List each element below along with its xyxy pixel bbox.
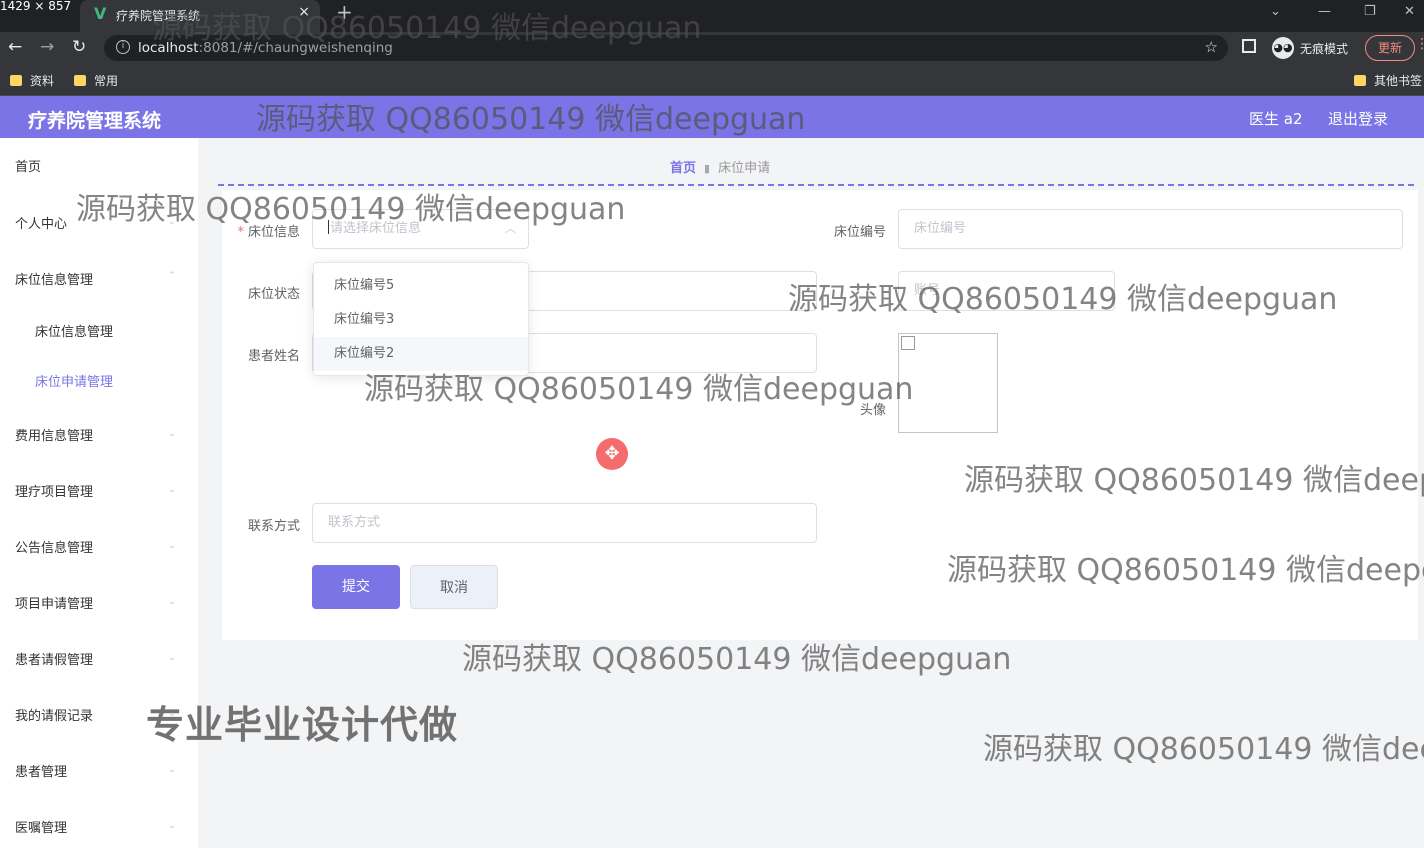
bookmark-folder[interactable]: 资料	[10, 72, 54, 89]
sidebar-item-my-leave[interactable]: 我的请假记录	[15, 705, 93, 724]
folder-icon	[74, 75, 86, 86]
watermark: 源码获取 QQ86050149 微信deepguan	[947, 553, 1424, 588]
site-info-icon[interactable]: i	[116, 40, 130, 54]
watermark: 源码获取 QQ86050149 微信deepguan	[256, 102, 806, 137]
watermark: 源码获取 QQ86050149 微信deepguan	[152, 11, 702, 46]
watermark: 源码获取 QQ86050149 微信deepguan	[983, 732, 1424, 767]
vue-logo-icon: V	[94, 4, 107, 23]
watermark: 源码获取 QQ86050149 微信deepguan	[462, 642, 1012, 677]
sidebar-item-patients[interactable]: 患者管理	[15, 761, 67, 780]
sidebar-subitem-bed-apply[interactable]: 床位申请管理	[35, 371, 113, 390]
sidebar-item-bed-info[interactable]: 床位信息管理	[15, 269, 93, 288]
submit-button[interactable]: 提交	[312, 565, 400, 609]
promo-watermark: 专业毕业设计代做	[146, 703, 459, 747]
sidebar-item-fees[interactable]: 费用信息管理	[15, 425, 93, 444]
forward-icon[interactable]: →	[40, 37, 54, 57]
sidebar-subitem-bed-info[interactable]: 床位信息管理	[35, 321, 113, 340]
minimize-icon[interactable]: —	[1318, 4, 1331, 19]
bookmark-label: 资料	[30, 74, 55, 88]
dropdown-option[interactable]: 床位编号5	[314, 269, 528, 303]
bed-info-dropdown: 床位编号5 床位编号3 床位编号2	[313, 262, 529, 376]
window-close-icon[interactable]: ✕	[1404, 4, 1415, 19]
app-title: 疗养院管理系统	[28, 110, 162, 132]
incognito-icon: ◕◕	[1272, 37, 1294, 59]
sidebar-item-orders[interactable]: 医嘱管理	[15, 817, 67, 836]
broken-image-icon	[901, 336, 915, 350]
logout-button[interactable]: 退出登录	[1328, 108, 1388, 129]
chevron-down-icon: ⌄	[168, 541, 176, 551]
chevron-down-icon: ⌄	[168, 765, 176, 775]
tab-search-icon[interactable]: ⌄	[1270, 4, 1281, 19]
other-bookmarks[interactable]: 其他书签	[1354, 72, 1422, 89]
side-panel-icon[interactable]	[1242, 39, 1256, 53]
watermark: 源码获取 QQ86050149 微信deepguan	[76, 192, 626, 227]
watermark: 源码获取 QQ86050149 微信deepguan	[964, 463, 1424, 498]
chevron-up-icon: ⌃	[168, 271, 176, 281]
bookmark-label: 常用	[94, 74, 119, 88]
sidebar-item-patient-leave[interactable]: 患者请假管理	[15, 649, 93, 668]
move-cursor-icon: ✥	[596, 438, 628, 470]
contact-label: 联系方式	[247, 519, 300, 534]
folder-icon	[1354, 75, 1366, 86]
cancel-button[interactable]: 取消	[410, 565, 498, 609]
chevron-down-icon: ⌄	[168, 485, 176, 495]
bookmark-label: 其他书签	[1374, 74, 1423, 88]
sidebar-item-project-apply[interactable]: 项目申请管理	[15, 593, 93, 612]
bed-no-label: 床位编号	[833, 225, 886, 240]
chevron-down-icon: ⌄	[168, 429, 176, 439]
sidebar-item-therapy[interactable]: 理疗项目管理	[15, 481, 93, 500]
contact-input[interactable]: 联系方式	[312, 503, 817, 543]
sidebar-item-home[interactable]: 首页	[15, 156, 41, 175]
bed-status-label: 床位状态	[247, 287, 300, 302]
incognito-label: 无痕模式	[1300, 42, 1349, 56]
breadcrumb-current: 床位申请	[718, 161, 771, 176]
bookmark-bar: 资料 常用 其他书签	[0, 64, 1424, 96]
patient-name-label: 患者姓名	[247, 349, 300, 364]
back-icon[interactable]: ←	[8, 37, 22, 57]
breadcrumb: 首页 ▮ 床位申请	[670, 157, 770, 176]
watermark: 源码获取 QQ86050149 微信deepguan	[364, 372, 914, 407]
dropdown-option[interactable]: 床位编号3	[314, 303, 528, 337]
breadcrumb-separator-icon: ▮	[704, 162, 711, 175]
update-button[interactable]: 更新	[1365, 35, 1415, 61]
folder-icon	[10, 75, 22, 86]
chevron-down-icon: ⌄	[168, 653, 176, 663]
restore-icon[interactable]: ❐	[1364, 4, 1376, 19]
watermark: 源码获取 QQ86050149 微信deepguan	[788, 282, 1338, 317]
bookmark-star-icon[interactable]: ☆	[1205, 38, 1218, 56]
breadcrumb-home[interactable]: 首页	[670, 161, 696, 176]
bed-no-input[interactable]: 床位编号	[898, 209, 1403, 249]
sidebar-item-notice[interactable]: 公告信息管理	[15, 537, 93, 556]
sidebar-item-profile[interactable]: 个人中心	[15, 213, 67, 232]
reload-icon[interactable]: ↻	[72, 37, 86, 57]
chevron-down-icon: ⌄	[168, 821, 176, 831]
chevron-down-icon: ⌄	[168, 597, 176, 607]
screen-dimensions: 1429 × 857	[0, 0, 72, 13]
current-user: 医生 a2	[1249, 110, 1303, 128]
bookmark-folder[interactable]: 常用	[74, 72, 118, 89]
browser-menu-icon[interactable]: ⋮	[1415, 36, 1424, 52]
